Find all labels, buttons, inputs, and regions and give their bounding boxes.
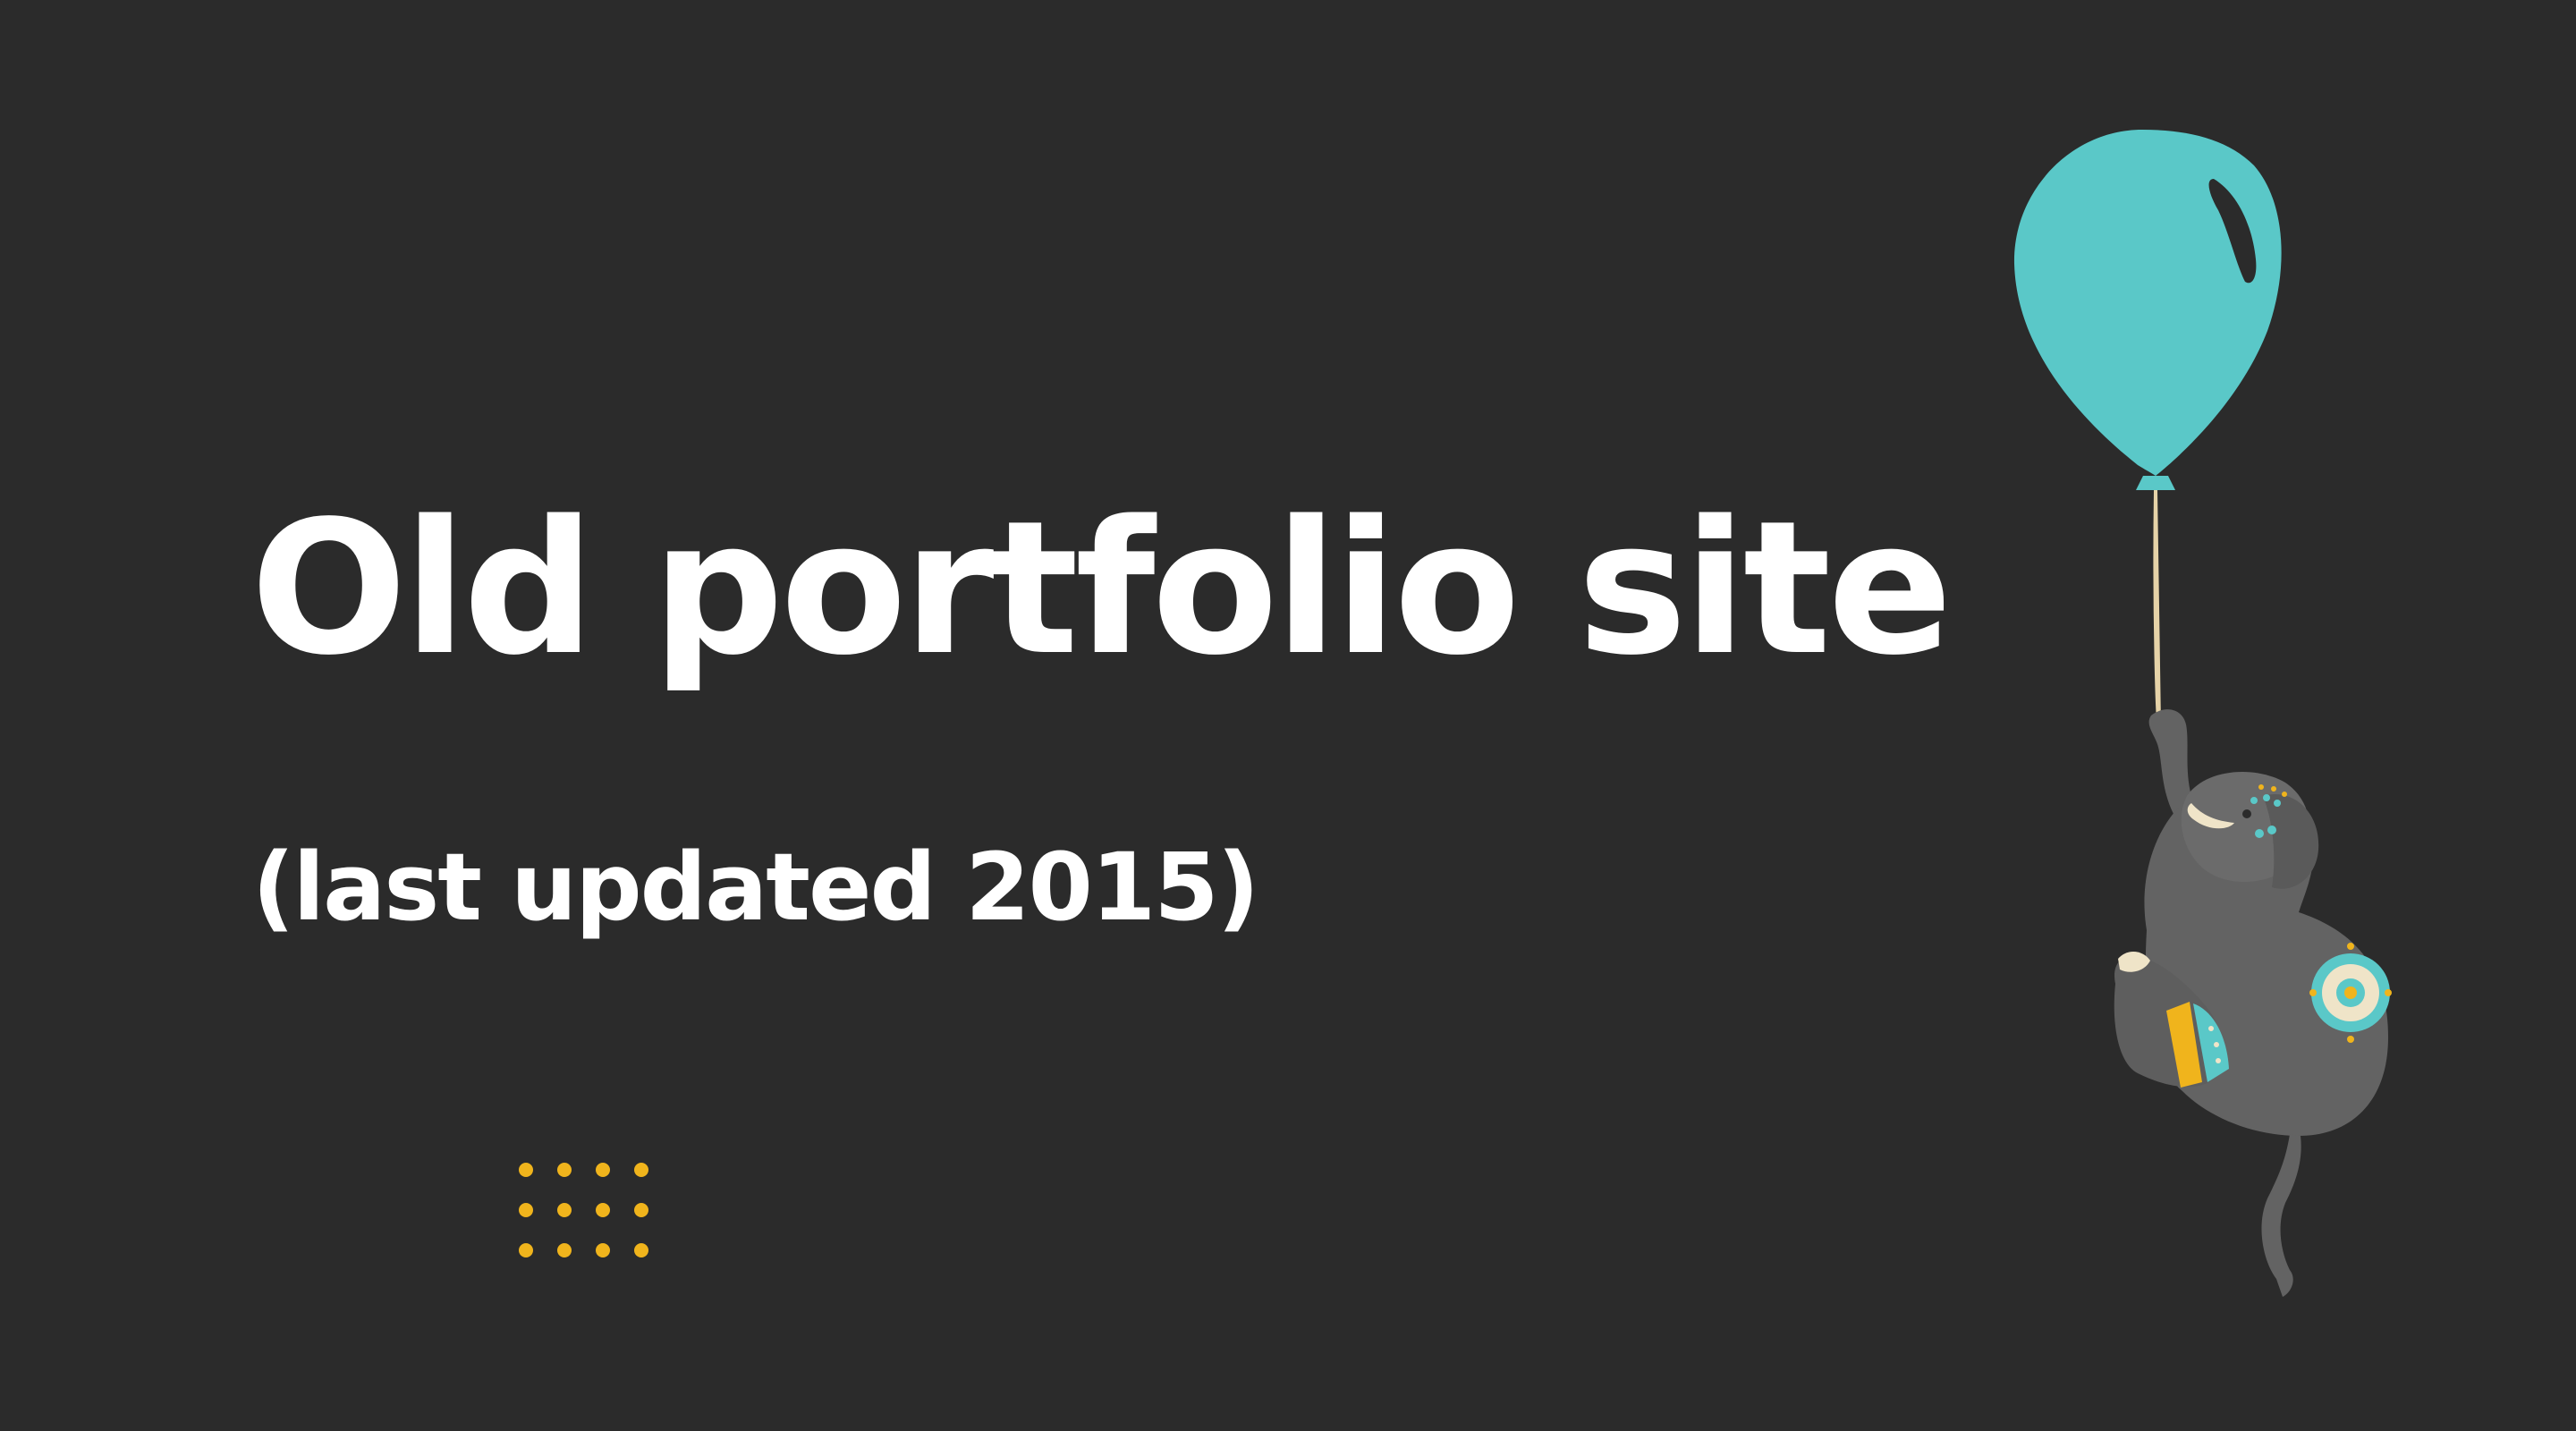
elephant-balloon-icon (2013, 130, 2392, 1297)
dot-grid-decoration-icon (519, 1163, 648, 1257)
balloon-icon (2013, 130, 2282, 727)
elephant-icon (2114, 709, 2392, 1297)
page-subtitle: (last updated 2015) (252, 833, 1259, 942)
hero-banner: Old portfolio site (last updated 2015) (0, 0, 2576, 1431)
page-title: Old portfolio site (250, 481, 1953, 696)
